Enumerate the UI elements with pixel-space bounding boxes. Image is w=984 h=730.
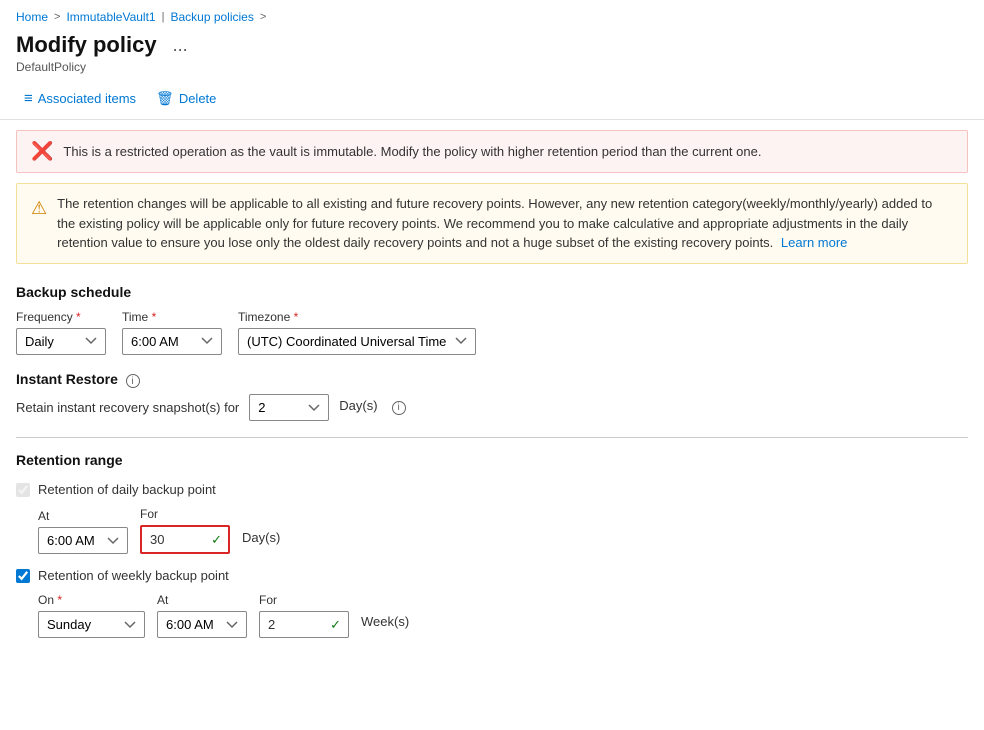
breadcrumb: Home > ImmutableVault1 | Backup policies…	[0, 0, 984, 30]
main-content: Backup schedule Frequency * Daily Weekly…	[0, 272, 984, 657]
time-select[interactable]: 6:00 AM 12:00 AM 6:00 PM	[122, 328, 222, 355]
timezone-label: Timezone *	[238, 310, 476, 324]
instant-restore-info-icon[interactable]: i	[126, 374, 140, 388]
breadcrumb-sep2: |	[162, 11, 165, 23]
weekly-for-input-wrapper: ✓	[259, 611, 349, 638]
backup-schedule-title: Backup schedule	[16, 284, 968, 300]
associated-items-label: Associated items	[38, 91, 136, 106]
daily-for-group: For ✓	[140, 507, 230, 554]
breadcrumb-sep3: >	[260, 11, 266, 23]
breadcrumb-vault[interactable]: ImmutableVault1	[66, 10, 155, 24]
delete-button[interactable]: 🗑 Delete	[148, 86, 224, 111]
instant-restore-title: Instant Restore	[16, 371, 118, 387]
retain-label: Retain instant recovery snapshot(s) for	[16, 400, 239, 415]
warning-alert: ⚠ The retention changes will be applicab…	[16, 183, 968, 264]
associated-items-button[interactable]: ≡ Associated items	[16, 86, 144, 111]
list-icon: ≡	[24, 90, 33, 107]
timezone-required: *	[294, 310, 299, 324]
error-alert: ❌ This is a restricted operation as the …	[16, 130, 968, 173]
time-label: Time *	[122, 310, 222, 324]
daily-checkbox-label: Retention of daily backup point	[38, 482, 216, 497]
toolbar: ≡ Associated items 🗑 Delete	[0, 78, 984, 120]
warning-icon: ⚠	[31, 195, 47, 222]
daily-at-label: At	[38, 509, 128, 523]
day-label: Day(s)	[339, 398, 377, 413]
daily-at-group: At 6:00 AM	[38, 509, 128, 554]
error-alert-text: This is a restricted operation as the va…	[63, 144, 761, 159]
warning-alert-text: The retention changes will be applicable…	[57, 194, 953, 253]
weekly-at-group: At 6:00 AM	[157, 593, 247, 638]
frequency-required: *	[76, 310, 81, 324]
daily-retention-row: At 6:00 AM For ✓ Day(s)	[38, 507, 968, 554]
snapshot-row: Retain instant recovery snapshot(s) for …	[16, 394, 968, 421]
weekly-for-label: For	[259, 593, 349, 607]
weekly-retention-row: On * Sunday Monday Tuesday Wednesday Thu…	[38, 593, 968, 638]
page-header: Modify policy ... DefaultPolicy	[0, 30, 984, 78]
daily-for-check-icon: ✓	[211, 532, 222, 548]
weekly-checkbox[interactable]	[16, 569, 30, 583]
snapshot-input-wrapper: 2 1 3 4 5	[249, 394, 329, 421]
daily-for-label: For	[140, 507, 230, 521]
snapshot-info-icon[interactable]: i	[392, 401, 406, 415]
daily-day-label: Day(s)	[242, 530, 280, 550]
daily-for-input-wrapper: ✓	[140, 525, 230, 554]
weekly-on-select[interactable]: Sunday Monday Tuesday Wednesday Thursday…	[38, 611, 145, 638]
delete-icon: 🗑	[156, 90, 174, 107]
divider	[16, 437, 968, 438]
breadcrumb-sep1: >	[54, 11, 60, 23]
frequency-select[interactable]: Daily Weekly	[16, 328, 106, 355]
weekly-for-group: For ✓	[259, 593, 349, 638]
page-title: Modify policy	[16, 32, 157, 58]
daily-checkbox-row: Retention of daily backup point	[16, 482, 968, 497]
error-icon: ❌	[31, 141, 53, 162]
weekly-checkbox-row: Retention of weekly backup point	[16, 568, 968, 583]
weekly-on-group: On * Sunday Monday Tuesday Wednesday Thu…	[38, 593, 145, 638]
page-subtitle: DefaultPolicy	[16, 60, 968, 74]
frequency-group: Frequency * Daily Weekly	[16, 310, 106, 355]
time-required: *	[152, 310, 157, 324]
delete-label: Delete	[179, 91, 217, 106]
weekly-at-select[interactable]: 6:00 AM	[157, 611, 247, 638]
weekly-on-label: On *	[38, 593, 145, 607]
snapshot-select[interactable]: 2 1 3 4 5	[249, 394, 329, 421]
daily-checkbox[interactable]	[16, 483, 30, 497]
timezone-select[interactable]: (UTC) Coordinated Universal Time (UTC+05…	[238, 328, 476, 355]
backup-schedule-row: Frequency * Daily Weekly Time * 6:00 AM …	[16, 310, 968, 355]
ellipsis-button[interactable]: ...	[167, 33, 194, 58]
weekly-at-label: At	[157, 593, 247, 607]
daily-at-select[interactable]: 6:00 AM	[38, 527, 128, 554]
breadcrumb-policies[interactable]: Backup policies	[170, 10, 253, 24]
retention-range-title: Retention range	[16, 452, 968, 468]
breadcrumb-home[interactable]: Home	[16, 10, 48, 24]
weekly-for-check-icon: ✓	[330, 617, 341, 633]
frequency-label: Frequency *	[16, 310, 106, 324]
timezone-group: Timezone * (UTC) Coordinated Universal T…	[238, 310, 476, 355]
weekly-week-label: Week(s)	[361, 614, 409, 634]
learn-more-link[interactable]: Learn more	[781, 235, 847, 250]
time-group: Time * 6:00 AM 12:00 AM 6:00 PM	[122, 310, 222, 355]
weekly-checkbox-label: Retention of weekly backup point	[38, 568, 229, 583]
